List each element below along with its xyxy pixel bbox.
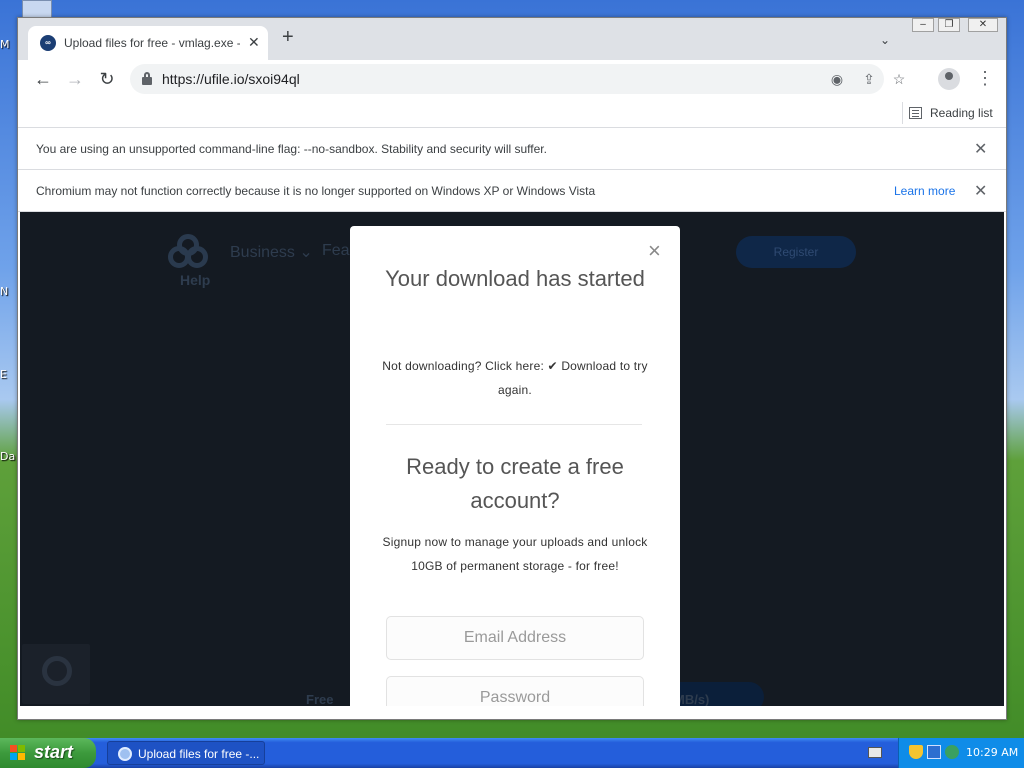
new-tab-button[interactable]: + — [282, 27, 294, 47]
update-icon[interactable] — [945, 745, 959, 759]
address-bar[interactable]: https://ufile.io/sxoi94ql ◉ ⇪ ☆ — [130, 64, 905, 94]
windows-flag-icon — [10, 745, 26, 761]
reading-list-label: Reading list — [930, 106, 993, 120]
register-button[interactable]: Register — [736, 236, 856, 268]
eye-slash-icon[interactable]: ◉ — [828, 70, 846, 88]
nav-features[interactable]: Fea — [322, 242, 350, 260]
not-downloading-prefix: Not downloading? Click here: — [382, 359, 548, 373]
system-tray: 10:29 AM — [898, 738, 1024, 768]
profile-avatar-icon[interactable] — [938, 68, 960, 90]
page-content: Help Business ⌄ Fea Register Free MB/s) … — [20, 212, 1004, 706]
infobar-unsupported-os: Chromium may not function correctly beca… — [18, 170, 1006, 212]
learn-more-link[interactable]: Learn more — [894, 184, 955, 198]
security-shield-icon[interactable] — [909, 745, 923, 759]
signup-text: Signup now to manage your uploads and un… — [382, 535, 648, 573]
desktop-icon-image[interactable] — [22, 0, 52, 18]
bookmark-star-icon[interactable]: ☆ — [890, 70, 908, 88]
not-downloading-text: Not downloading? Click here: ✔ Download … — [378, 354, 652, 402]
taskbar-item-label: Upload files for free -... — [138, 747, 260, 761]
start-button[interactable]: start — [0, 738, 96, 768]
download-link[interactable]: ✔ Download — [548, 359, 617, 373]
browser-window: ∞ Upload files for free - vmlag.exe - u … — [17, 17, 1007, 720]
start-label: start — [34, 742, 74, 762]
password-field[interactable]: Password — [386, 676, 644, 706]
desktop-icon-label-1[interactable]: M — [0, 38, 10, 51]
keyboard-icon[interactable] — [868, 747, 882, 758]
taskbar: start Upload files for free -... 10:29 A… — [0, 738, 1024, 768]
recaptcha-icon — [42, 656, 72, 686]
tab-strip: ∞ Upload files for free - vmlag.exe - u … — [18, 18, 1006, 60]
modal-divider — [386, 424, 642, 425]
tab-close-icon[interactable]: ✕ — [248, 34, 260, 51]
lock-icon[interactable] — [142, 72, 152, 85]
back-arrow-icon[interactable]: ← — [32, 68, 54, 90]
url-text[interactable]: https://ufile.io/sxoi94ql — [162, 71, 300, 87]
bookmarks-bar: Reading list — [18, 98, 1006, 128]
infobar-close-icon[interactable]: ✕ — [974, 139, 987, 159]
chromium-icon — [118, 747, 132, 761]
signup-title: Ready to create a free account? — [406, 454, 624, 513]
menu-kebab-icon[interactable]: ⋮ — [976, 68, 994, 88]
network-icon[interactable] — [927, 745, 941, 759]
infobar-text: Chromium may not function correctly beca… — [36, 184, 596, 198]
desktop-icon-label-4[interactable]: Da — [0, 450, 15, 463]
tab-active[interactable]: ∞ Upload files for free - vmlag.exe - u … — [28, 26, 268, 60]
ufile-site-logo-icon[interactable] — [168, 234, 212, 270]
reading-list-icon — [909, 107, 922, 119]
infobar-text: You are using an unsupported command-lin… — [36, 142, 547, 156]
desktop-icon-label-3[interactable]: E — [0, 368, 7, 381]
browser-toolbar: ← → ↻ https://ufile.io/sxoi94ql ◉ ⇪ ☆ ⋮ — [18, 60, 1006, 98]
forward-arrow-icon[interactable]: → — [64, 68, 86, 90]
free-label: Free — [306, 692, 334, 706]
ufile-logo-icon: ∞ — [40, 35, 56, 51]
tab-search-icon[interactable]: ⌄ — [880, 33, 890, 47]
infobar-sandbox-warning: You are using an unsupported command-lin… — [18, 128, 1006, 170]
email-field[interactable]: Email Address — [386, 616, 644, 660]
modal-title: Your download has started — [385, 266, 645, 291]
recaptcha-badge[interactable] — [22, 644, 90, 704]
help-label[interactable]: Help — [180, 272, 210, 288]
reading-list-button[interactable]: Reading list — [902, 102, 993, 124]
nav-business[interactable]: Business ⌄ — [230, 242, 313, 262]
clock[interactable]: 10:29 AM — [966, 746, 1018, 759]
restore-button[interactable]: ❐ — [938, 18, 960, 32]
reload-icon[interactable]: ↻ — [96, 68, 118, 90]
tab-title: Upload files for free - vmlag.exe - u — [64, 36, 240, 50]
modal-close-icon[interactable]: × — [648, 238, 661, 264]
minimize-button[interactable]: – — [912, 18, 934, 32]
taskbar-item-browser[interactable]: Upload files for free -... — [107, 741, 265, 765]
close-window-button[interactable]: ✕ — [968, 18, 998, 32]
infobar-close-icon[interactable]: ✕ — [974, 181, 987, 201]
download-modal: × Your download has started Not download… — [350, 226, 680, 706]
share-icon[interactable]: ⇪ — [860, 70, 878, 88]
desktop-icon-label-2[interactable]: N — [0, 285, 8, 298]
